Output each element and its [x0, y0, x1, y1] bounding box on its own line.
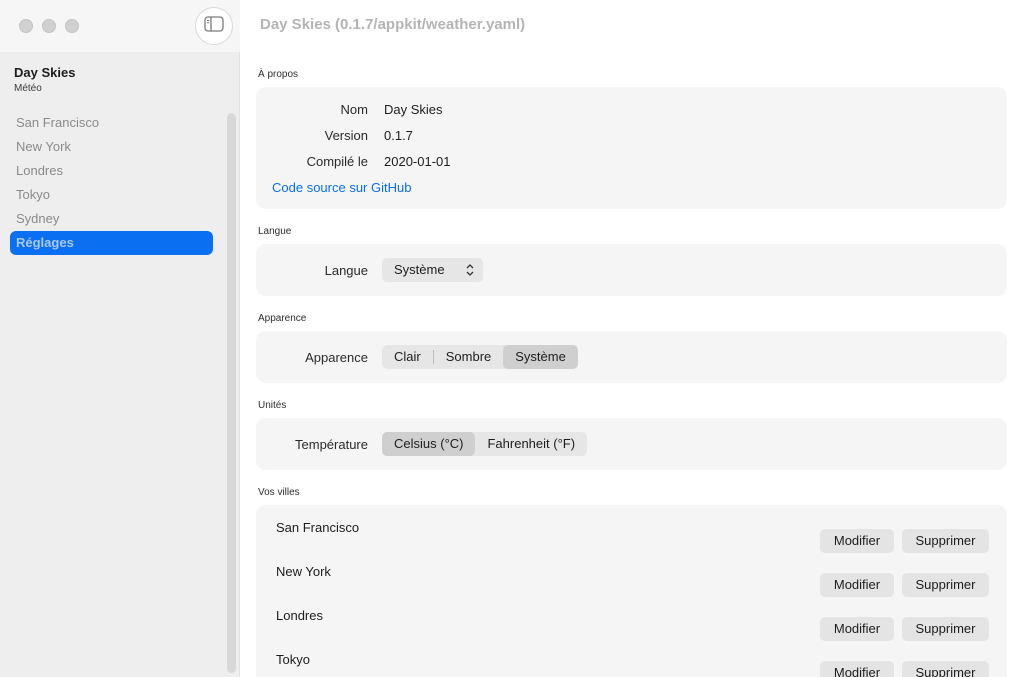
appearance-option-clair[interactable]: Clair: [382, 345, 433, 369]
city-name: San Francisco: [276, 520, 360, 535]
temperature-option-fahrenheit[interactable]: Fahrenheit (°F): [475, 432, 587, 456]
sidebar-list: San Francisco New York Londres Tokyo Syd…: [10, 111, 213, 255]
section-label-cities: Vos villes: [258, 487, 300, 498]
cities-card: [256, 505, 1007, 677]
edit-city-button[interactable]: Modifier: [820, 617, 894, 641]
city-name: Tokyo: [276, 652, 310, 667]
appearance-option-sombre[interactable]: Sombre: [434, 345, 504, 369]
close-window-button[interactable]: [19, 19, 33, 33]
version-value: 0.1.7: [384, 128, 413, 143]
temperature-segmented-control: Celsius (°C) Fahrenheit (°F): [382, 432, 588, 456]
sidebar-item-reglages[interactable]: Réglages: [10, 231, 213, 255]
units-card: [256, 418, 1007, 470]
appearance-label: Apparence: [305, 350, 368, 365]
built-key: Compilé le: [306, 154, 368, 169]
edit-city-button[interactable]: Modifier: [820, 529, 894, 553]
language-select[interactable]: Système: [382, 258, 483, 282]
sidebar-item-londres[interactable]: Londres: [10, 159, 213, 183]
appearance-option-systeme[interactable]: Système: [503, 345, 578, 369]
language-card: [256, 244, 1007, 296]
delete-city-button[interactable]: Supprimer: [902, 661, 989, 677]
sidebar: Day Skies Météo San Francisco New York L…: [0, 0, 240, 677]
minimize-window-button[interactable]: [42, 19, 56, 33]
language-selected-value: Système: [394, 262, 445, 277]
delete-city-button[interactable]: Supprimer: [902, 617, 989, 641]
delete-city-button[interactable]: Supprimer: [902, 573, 989, 597]
appearance-card: [256, 331, 1007, 383]
sidebar-item-sydney[interactable]: Sydney: [10, 207, 213, 231]
sidebar-item-tokyo[interactable]: Tokyo: [10, 183, 213, 207]
window-title: Day Skies (0.1.7/appkit/weather.yaml): [260, 16, 526, 33]
sidebar-toggle-button[interactable]: [195, 7, 233, 45]
city-name: Londres: [276, 608, 323, 623]
sidebar-item-new-york[interactable]: New York: [10, 135, 213, 159]
up-down-chevron-icon: [466, 258, 474, 292]
name-value: Day Skies: [384, 102, 443, 117]
language-label: Langue: [324, 263, 368, 278]
sidebar-item-san-francisco[interactable]: San Francisco: [10, 111, 213, 135]
appearance-segmented-control: Clair Sombre Système: [382, 345, 578, 369]
section-label-language: Langue: [258, 226, 292, 237]
edit-city-button[interactable]: Modifier: [820, 661, 894, 677]
name-key: Nom: [340, 102, 368, 117]
section-label-units: Unités: [258, 400, 287, 411]
sidebar-scrollbar[interactable]: [227, 113, 236, 673]
app-name: Day Skies: [14, 65, 76, 80]
app-subtitle: Météo: [14, 83, 42, 94]
github-link[interactable]: Code source sur GitHub: [272, 180, 411, 195]
temperature-option-celsius[interactable]: Celsius (°C): [382, 432, 476, 456]
delete-city-button[interactable]: Supprimer: [902, 529, 989, 553]
sidebar-toggle-icon: [204, 15, 224, 37]
built-value: 2020-01-01: [384, 154, 451, 169]
version-key: Version: [324, 128, 368, 143]
section-label-appearance: Apparence: [258, 313, 307, 324]
temperature-label: Température: [295, 437, 368, 452]
section-label-about: À propos: [258, 69, 299, 80]
edit-city-button[interactable]: Modifier: [820, 573, 894, 597]
city-name: New York: [276, 564, 331, 579]
zoom-window-button[interactable]: [65, 19, 79, 33]
